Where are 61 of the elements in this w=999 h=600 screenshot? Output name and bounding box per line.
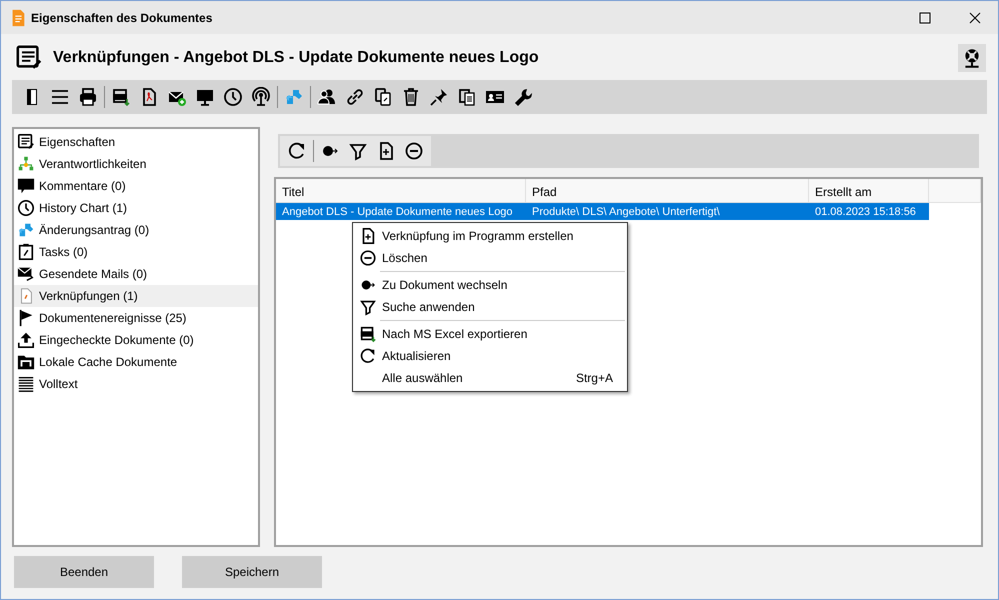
flag-icon <box>17 309 35 327</box>
sidebar-item[interactable]: Verknüpfungen (1) <box>14 285 258 307</box>
lines-icon <box>17 375 35 393</box>
arrows-icon <box>17 221 35 239</box>
upload-icon <box>17 331 35 349</box>
sidebar-item[interactable]: Kommentare (0) <box>14 175 258 197</box>
menu-item[interactable]: Suche anwenden <box>353 296 627 318</box>
footer-button[interactable]: Speichern <box>182 556 322 588</box>
help-button[interactable] <box>958 44 986 72</box>
monitor-icon <box>195 87 215 107</box>
menu-item[interactable]: Alle auswählen Strg+A <box>353 367 627 389</box>
remove-icon <box>404 141 424 161</box>
footer-button[interactable]: Beenden <box>14 556 154 588</box>
sidebar-item[interactable]: Eingecheckte Dokumente (0) <box>14 329 258 351</box>
menu-item[interactable]: Verknüpfung im Programm erstellen <box>353 225 627 247</box>
sidebar-item[interactable]: Gesendete Mails (0) <box>14 263 258 285</box>
menu-item[interactable]: Zu Dokument wechseln <box>353 274 627 296</box>
refresh-icon <box>358 347 376 365</box>
spreadsheet-download-icon <box>111 87 131 107</box>
clipboard-icon <box>17 243 35 261</box>
menu-item[interactable]: Nach MS Excel exportieren <box>353 323 627 345</box>
documents-icon <box>457 87 477 107</box>
remove-icon <box>358 249 376 267</box>
header-filler <box>929 179 981 203</box>
clock-icon <box>17 199 35 217</box>
sidebar-item[interactable]: Eigenschaften <box>14 131 258 153</box>
close-icon <box>969 12 981 24</box>
pin-icon <box>429 87 449 107</box>
window-title: Eigenschaften des Dokumentes <box>31 10 214 24</box>
menu-icon <box>50 87 70 107</box>
trash-icon <box>401 87 421 107</box>
page-title: Verknüpfungen - Angebot DLS - Update Dokumente neues Logo <box>53 49 540 67</box>
filter-icon <box>348 141 368 161</box>
antenna-icon <box>251 87 271 107</box>
sidebar-item[interactable]: Tasks (0) <box>14 241 258 263</box>
menu-item[interactable]: Löschen <box>353 247 627 269</box>
sidebar-item[interactable]: Lokale Cache Dokumente <box>14 351 258 373</box>
folder-icon <box>17 353 35 371</box>
hierarchy-icon <box>17 155 35 173</box>
copy-icon <box>373 87 393 107</box>
shortcut-label: Strg+A <box>576 371 613 385</box>
wrench-icon <box>513 87 533 107</box>
comment-icon <box>17 177 35 195</box>
sidebar-item[interactable]: Volltext <box>14 373 258 395</box>
printer-icon <box>78 87 98 107</box>
clock-icon <box>223 87 243 107</box>
spreadsheet-export-icon <box>358 325 376 343</box>
link-icon <box>345 87 365 107</box>
sidebar-item[interactable]: History Chart (1) <box>14 197 258 219</box>
table-row[interactable]: Angebot DLS - Update Dokumente neues Logo Produkte\ DLS\ Angebote\ Unterfertigt\ 01.08.2023 15:18:56 <box>276 203 929 220</box>
menu-item[interactable]: Aktualisieren <box>353 345 627 367</box>
sidebar-item[interactable]: Dokumentenereignisse (25) <box>14 307 258 329</box>
filter-icon <box>358 298 376 316</box>
refresh-icon <box>287 141 307 161</box>
sidebar-item[interactable]: Verantwortlichkeiten <box>14 153 258 175</box>
users-icon <box>317 87 337 107</box>
sidebar-item[interactable]: Änderungsantrag (0) <box>14 219 258 241</box>
properties-icon <box>17 133 35 151</box>
maximize-icon <box>919 12 931 24</box>
mail-forward-icon <box>17 265 35 283</box>
arrows-icon <box>284 87 304 107</box>
